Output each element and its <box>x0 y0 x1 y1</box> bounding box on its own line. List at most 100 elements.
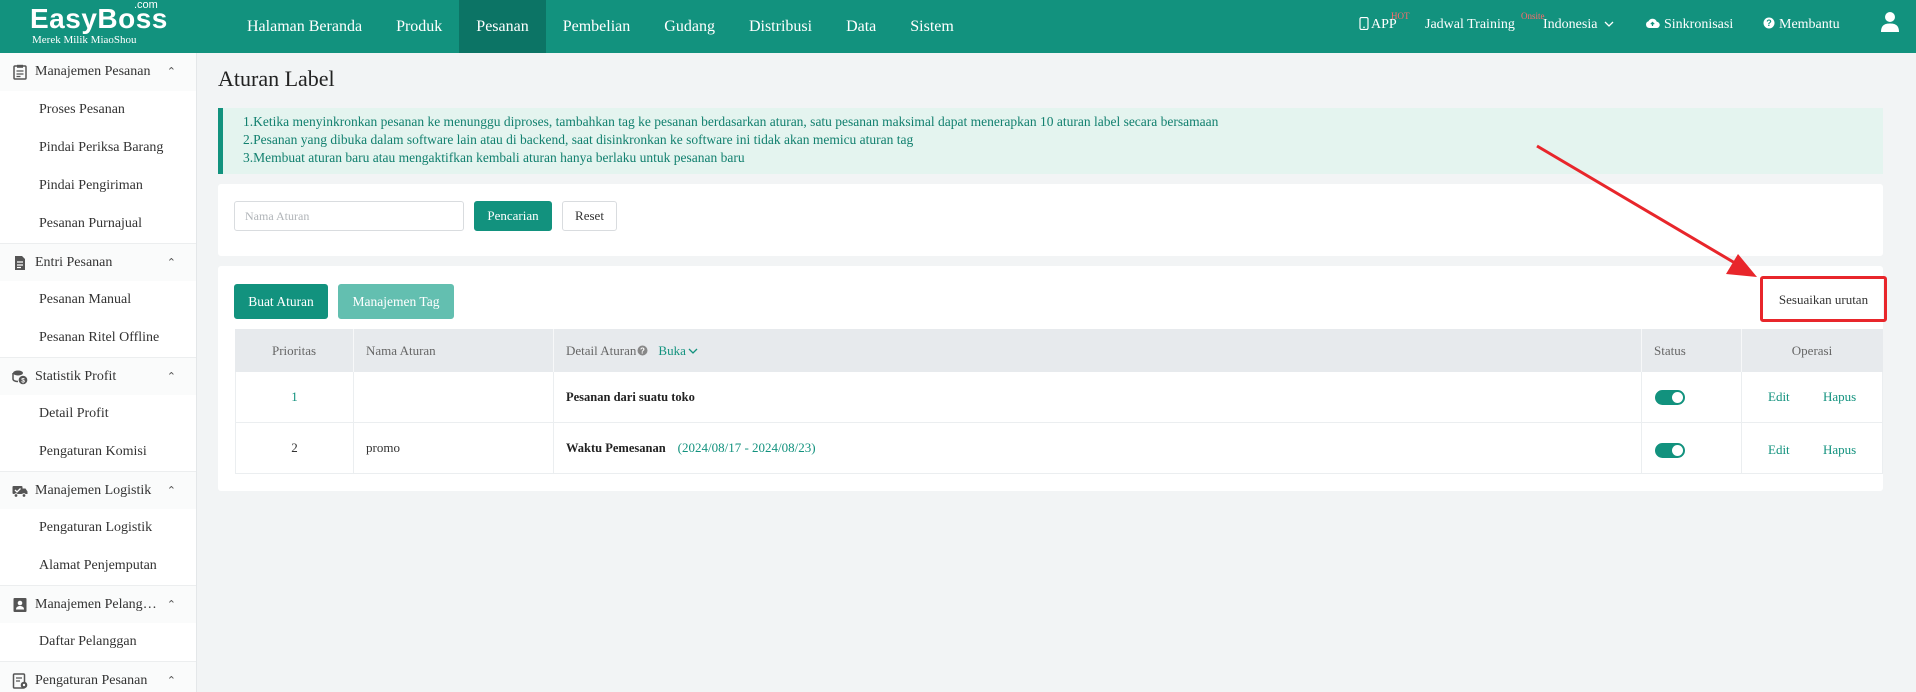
sidebar-group-label: Manajemen Pelanggan <box>35 597 157 612</box>
svg-text:?: ? <box>640 346 645 355</box>
brand-domain: .com <box>134 0 158 11</box>
sidebar-group-order-entry[interactable]: Entri Pesanan ⌃ <box>0 243 196 281</box>
col-divider <box>353 423 354 473</box>
sidebar-group-customer-management[interactable]: Manajemen Pelanggan ⌃ <box>0 585 196 623</box>
sidebar-group-label: Statistik Profit <box>35 369 117 384</box>
col-header-operation: Operasi <box>1791 342 1833 358</box>
sidebar-item-logistics-settings[interactable]: Pengaturan Logistik <box>0 509 196 547</box>
notice-line-3: 3.Membuat aturan baru atau mengaktifkan … <box>243 150 745 165</box>
chevron-up-icon: ⌃ <box>166 66 176 78</box>
truck-icon <box>12 486 28 498</box>
chevron-up-icon: ⌃ <box>166 371 176 383</box>
sync-button[interactable]: Sinkronisasi <box>1645 0 1733 53</box>
sidebar: Manajemen Pesanan ⌃ Proses Pesanan Pinda… <box>0 53 197 692</box>
sidebar-item-scan-check[interactable]: Pindai Periksa Barang <box>0 129 196 167</box>
row-status <box>1655 372 1685 422</box>
sidebar-item-commission-settings[interactable]: Pengaturan Komisi <box>0 433 196 471</box>
brand-logo[interactable]: EasyBoss .com Merek Milik MiaoShou <box>30 0 210 53</box>
svg-text:$: $ <box>21 378 25 385</box>
phone-icon <box>1359 16 1369 31</box>
nav-item-home[interactable]: Halaman Beranda <box>230 0 379 53</box>
training-schedule-link[interactable]: Jadwal Training <box>1425 0 1515 53</box>
app-link[interactable]: APP <box>1359 0 1397 53</box>
sidebar-item-profit-detail[interactable]: Detail Profit <box>0 395 196 433</box>
language-selector[interactable]: Indonesia <box>1543 0 1614 53</box>
col-divider <box>553 329 554 372</box>
row-status <box>1655 423 1685 473</box>
notice-line-1: 1.Ketika menyinkronkan pesanan ke menung… <box>243 114 1219 129</box>
sidebar-item-after-sales[interactable]: Pesanan Purnajual <box>0 205 196 243</box>
page-title: Aturan Label <box>218 66 335 91</box>
table-row: 2 promo Waktu Pemesanan (2024/08/17 - 20… <box>235 423 1883 474</box>
col-divider <box>1641 423 1642 473</box>
main-nav: Halaman Beranda Produk Pesanan Pembelian… <box>230 0 971 53</box>
detail-label: Pesanan dari suatu toko <box>566 389 695 404</box>
rule-name-search-input[interactable] <box>234 201 464 231</box>
nav-item-product[interactable]: Produk <box>379 0 459 53</box>
col-divider <box>353 329 354 372</box>
status-toggle[interactable] <box>1655 389 1685 405</box>
col-divider <box>1641 329 1642 372</box>
sidebar-group-order-management[interactable]: Manajemen Pesanan ⌃ <box>0 53 196 91</box>
col-divider <box>553 372 554 422</box>
edit-label: Edit <box>1768 442 1790 457</box>
sidebar-item-process-orders[interactable]: Proses Pesanan <box>0 91 196 129</box>
top-navigation-bar: EasyBoss .com Merek Milik MiaoShou Halam… <box>0 0 1916 53</box>
col-header-status: Status <box>1654 342 1686 358</box>
row-rule-detail: Waktu Pemesanan (2024/08/17 - 2024/08/23… <box>566 423 816 473</box>
row-rule-detail: Pesanan dari suatu toko <box>566 372 707 422</box>
edit-link[interactable]: Edit <box>1768 423 1790 473</box>
status-toggle[interactable] <box>1655 442 1685 458</box>
nav-item-orders[interactable]: Pesanan <box>459 0 546 53</box>
sidebar-group-logistics[interactable]: Manajemen Logistik ⌃ <box>0 471 196 509</box>
sidebar-item-customer-list[interactable]: Daftar Pelanggan <box>0 623 196 661</box>
create-rule-button[interactable]: Buat Aturan <box>234 284 328 319</box>
chevron-down-icon <box>1604 21 1614 27</box>
sidebar-group-order-settings[interactable]: Pengaturan Pesanan ⌃ <box>0 661 196 692</box>
edit-link[interactable]: Edit <box>1768 372 1790 422</box>
question-icon: ? <box>637 345 648 356</box>
detail-header-label: Detail Aturan <box>566 342 637 358</box>
help-label: Membantu <box>1779 17 1840 32</box>
delete-link[interactable]: Hapus <box>1823 372 1856 422</box>
table-header: Prioritas Nama Aturan Detail Aturan ? Bu… <box>235 329 1883 372</box>
rules-table: Prioritas Nama Aturan Detail Aturan ? Bu… <box>235 329 1883 474</box>
col-divider <box>1741 423 1742 473</box>
svg-text:?: ? <box>1766 18 1772 28</box>
nav-item-purchase[interactable]: Pembelian <box>546 0 648 53</box>
nav-item-distribution[interactable]: Distribusi <box>732 0 829 53</box>
row-rule-name: promo <box>366 440 400 455</box>
document-icon <box>15 256 25 270</box>
delete-link[interactable]: Hapus <box>1823 423 1856 473</box>
nav-item-data[interactable]: Data <box>829 0 893 53</box>
row-priority: 2 <box>291 440 298 455</box>
col-divider <box>553 423 554 473</box>
sidebar-item-offline-retail[interactable]: Pesanan Ritel Offline <box>0 319 196 357</box>
chevron-up-icon: ⌃ <box>166 485 176 497</box>
sidebar-item-pickup-address[interactable]: Alamat Penjemputan <box>0 547 196 585</box>
delete-label: Hapus <box>1823 389 1857 404</box>
nav-item-system[interactable]: Sistem <box>893 0 971 53</box>
tag-management-button[interactable]: Manajemen Tag <box>338 284 454 319</box>
sidebar-group-label: Entri Pesanan <box>35 255 113 270</box>
reset-button[interactable]: Reset <box>562 201 617 231</box>
chevron-down-icon <box>688 348 698 354</box>
sidebar-item-manual-order[interactable]: Pesanan Manual <box>0 281 196 319</box>
edit-label: Edit <box>1768 389 1790 404</box>
help-link[interactable]: ? Membantu <box>1763 0 1840 53</box>
sidebar-group-profit-stats[interactable]: $ Statistik Profit ⌃ <box>0 357 196 395</box>
expand-label: Buka <box>658 342 686 358</box>
nav-item-warehouse[interactable]: Gudang <box>647 0 732 53</box>
brand-tagline: Merek Milik MiaoShou <box>32 34 137 46</box>
delete-label: Hapus <box>1823 442 1857 457</box>
expand-all-link[interactable]: Buka <box>658 342 698 359</box>
settings-doc-icon <box>12 673 28 689</box>
help-icon: ? <box>1763 17 1775 29</box>
sidebar-item-scan-shipping[interactable]: Pindai Pengiriman <box>0 167 196 205</box>
col-header-priority: Prioritas <box>271 342 317 358</box>
search-button[interactable]: Pencarian <box>474 201 552 231</box>
sidebar-group-label: Manajemen Logistik <box>35 483 152 498</box>
user-account-button[interactable] <box>1880 0 1900 53</box>
coins-icon: $ <box>12 370 28 385</box>
detail-label: Waktu Pemesanan <box>566 440 666 455</box>
